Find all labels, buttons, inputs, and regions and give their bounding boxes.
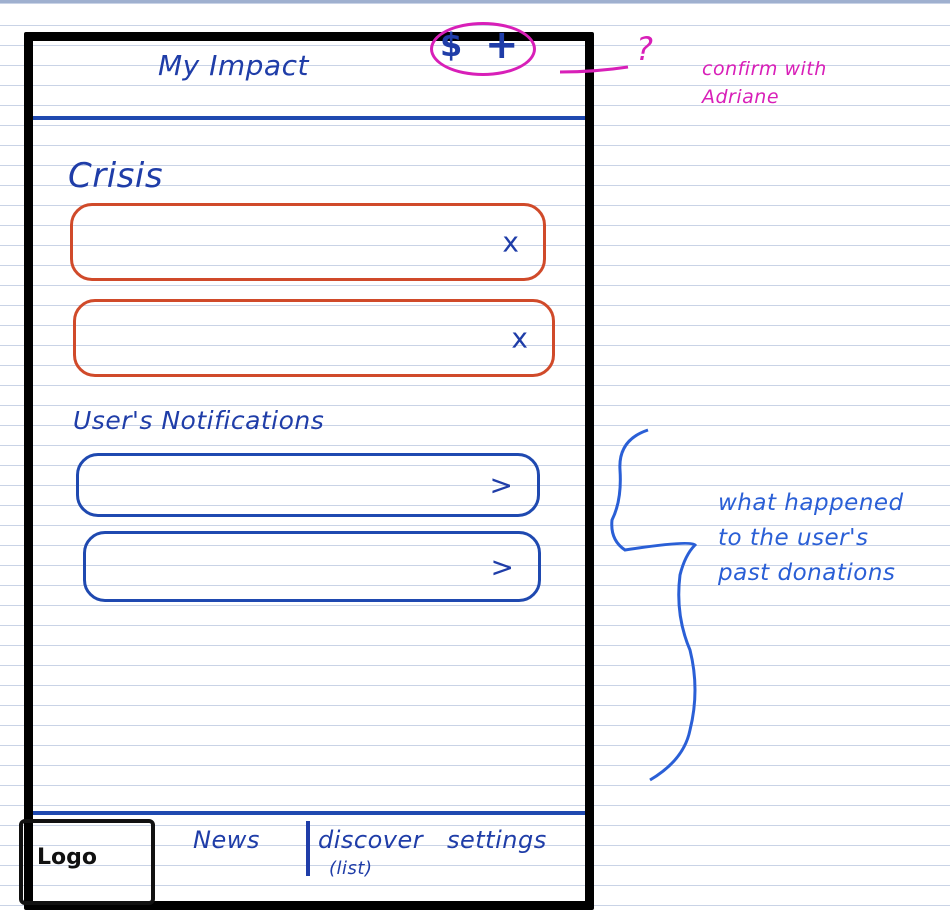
- notification-card-1[interactable]: >: [76, 453, 540, 517]
- page-title: My Impact: [158, 49, 309, 82]
- donations-brace: [610, 428, 698, 782]
- chevron-right-icon: >: [490, 550, 514, 583]
- add-icon[interactable]: +: [485, 22, 519, 68]
- page-top-line: [0, 0, 950, 3]
- donations-note-line3: past donations: [718, 560, 896, 586]
- crisis-card-1[interactable]: x: [70, 203, 546, 281]
- donations-note-line2: to the user's: [718, 525, 869, 551]
- chevron-right-icon: >: [489, 468, 513, 502]
- tab-bar-divider: [33, 811, 585, 815]
- tab-discover[interactable]: discover: [318, 826, 423, 854]
- notifications-heading: User's Notifications: [73, 406, 325, 435]
- dismiss-icon[interactable]: x: [511, 322, 528, 355]
- tab-discover-sub: (list): [329, 858, 373, 879]
- notification-card-2[interactable]: >: [83, 531, 541, 602]
- tab-logo[interactable]: Logo: [19, 819, 155, 905]
- header-divider: [33, 116, 585, 120]
- dismiss-icon[interactable]: x: [502, 226, 519, 259]
- confirm-note-line1: confirm with: [702, 58, 827, 80]
- donate-icon[interactable]: $: [440, 26, 462, 64]
- crisis-heading: Crisis: [68, 156, 164, 196]
- confirm-note-line2: Adriane: [702, 86, 780, 108]
- question-mark: ?: [636, 30, 654, 68]
- donations-note-line1: what happened: [718, 490, 904, 516]
- tab-news[interactable]: News: [193, 826, 260, 854]
- logo-label: Logo: [37, 845, 97, 870]
- tab-settings[interactable]: settings: [447, 826, 547, 854]
- phone-frame: My Impact Crisis x x User's Notification…: [19, 32, 594, 910]
- crisis-card-2[interactable]: x: [73, 299, 555, 377]
- tab-divider: [306, 821, 310, 876]
